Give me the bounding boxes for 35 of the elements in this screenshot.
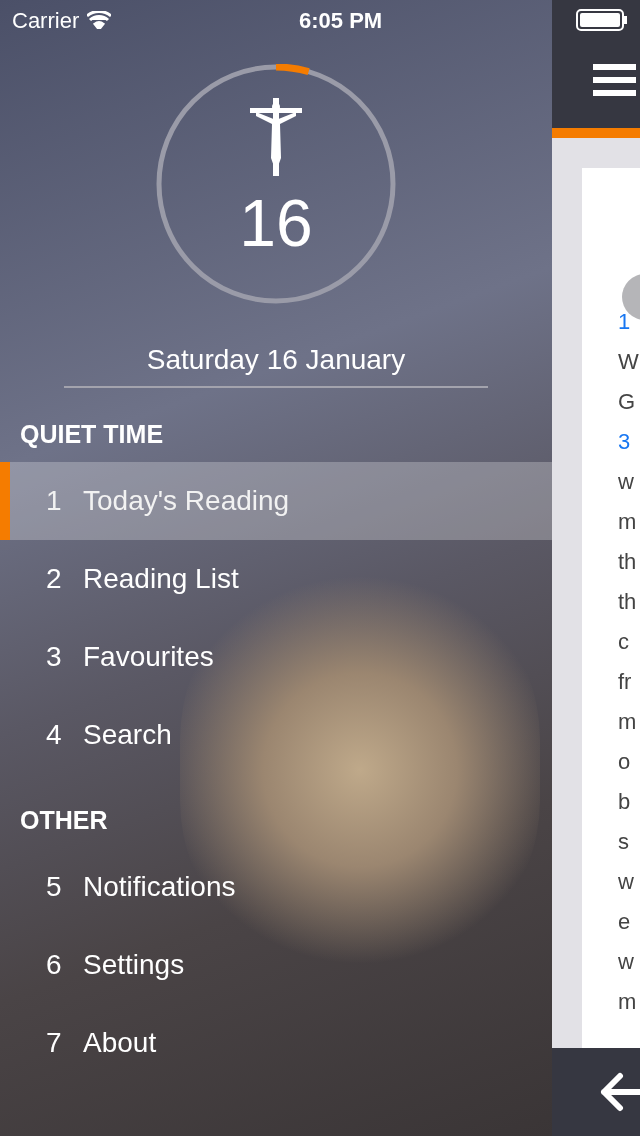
menu-item[interactable]: 7 About [0,1004,552,1082]
reading-text: m [618,708,638,736]
wifi-icon [87,11,112,29]
menu-item[interactable]: 6 Settings [0,926,552,1004]
reading-text: e [618,908,632,936]
clock-time: 6:05 PM [299,6,383,35]
reading-text: G [618,388,637,416]
reading-text: m [618,988,638,1016]
carrier-label: Carrier [12,6,80,35]
menu-item[interactable]: 5 Notifications [0,848,552,926]
reading-text: w [618,868,635,896]
menu-item[interactable]: 2 Reading List [0,540,552,618]
reading-text: W [618,348,640,376]
reading-text: th [618,588,638,616]
menu-item[interactable]: 3 Favourites [0,618,552,696]
verse-number: 3 [618,428,632,456]
date-label: Saturday 16 January [146,343,406,377]
battery-icon [576,9,628,31]
reading-text: m [618,508,638,536]
day-number: 16 [239,190,313,256]
menu-item[interactable]: 4 Search [0,696,552,774]
reading-text: w [618,948,635,976]
reading-text: fr [618,668,633,696]
reading-text: s [618,828,630,856]
reading-text: o [618,748,632,776]
reading-text: b [618,788,632,816]
reading-text: w [618,468,635,496]
menu-icon[interactable] [593,64,636,96]
section-header: OTHER [20,805,108,837]
section-header: QUIET TIME [20,419,164,451]
back-arrow-icon[interactable] [600,1072,640,1112]
verse-number: 1 [618,308,632,336]
reading-text: c [618,628,630,656]
reading-text: th [618,548,638,576]
crucifix-icon [250,98,302,176]
